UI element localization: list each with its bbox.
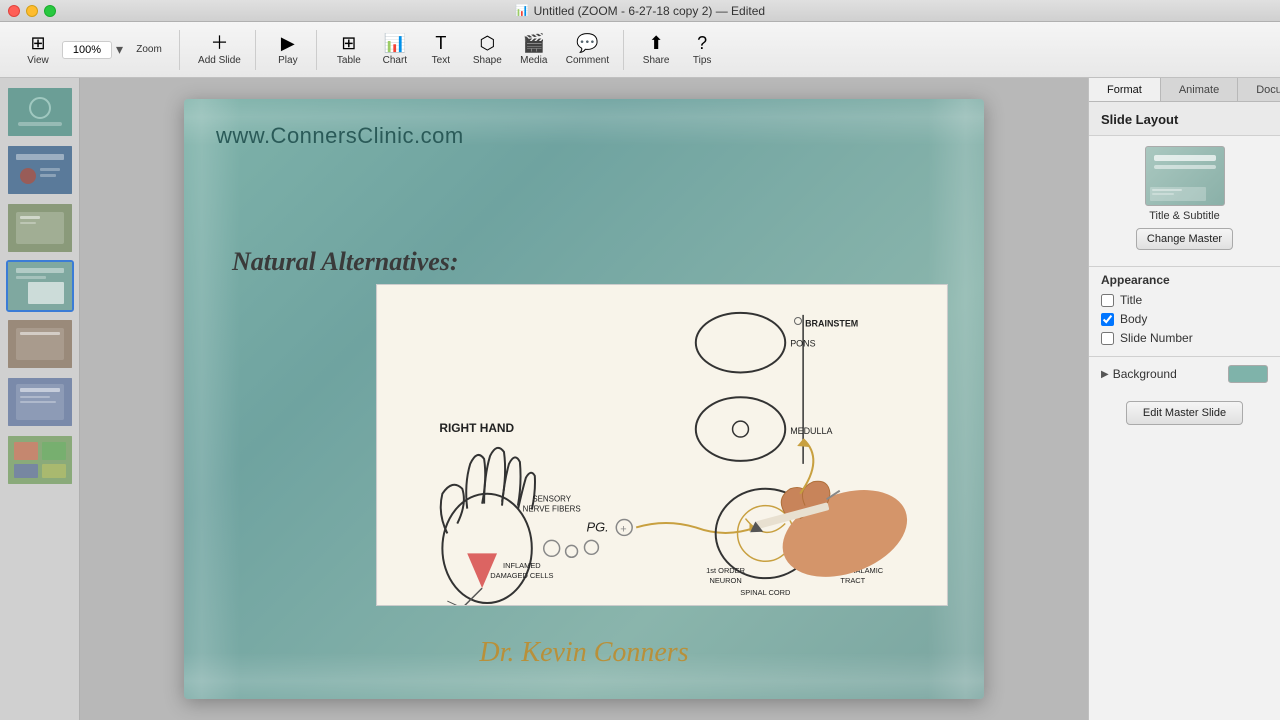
play-group: ▶ Play [260, 30, 317, 70]
body-checkbox-label: Body [1120, 312, 1147, 326]
insert-group: ⊞ Table 📊 Chart T Text ⬡ Shape 🎬 Media 💬… [321, 30, 624, 70]
slide-number-checkbox[interactable] [1101, 332, 1114, 345]
text-icon: T [435, 34, 446, 52]
slide-image: BRAINSTEM PONS MEDULLA RIGHT HAND [376, 284, 948, 606]
view-icon: ⊞ [30, 34, 45, 52]
share-group: ⬆ Share ? Tips [628, 30, 730, 70]
appearance-section: Appearance Title Body Slide Number [1089, 266, 1280, 356]
right-panel: Format Animate Document Slide Layout Tit… [1088, 78, 1280, 720]
background-collapse-arrow[interactable]: ▶ [1101, 369, 1109, 380]
share-icon: ⬆ [649, 34, 664, 52]
chart-icon: 📊 [384, 34, 406, 52]
body-checkbox-row: Body [1101, 312, 1268, 326]
window-title: 📊 Untitled (ZOOM - 6-27-18 copy 2) — Edi… [515, 4, 765, 18]
zoom-label: ▾ [114, 39, 125, 60]
zoom-group: ⊞ View 100% ▾ Zoom [8, 30, 180, 70]
play-icon: ▶ [281, 34, 295, 52]
text-button[interactable]: T Text [419, 30, 463, 70]
tab-document[interactable]: Document [1238, 78, 1280, 101]
slide-number-checkbox-label: Slide Number [1120, 331, 1193, 345]
svg-text:PONS: PONS [790, 339, 815, 349]
view-button[interactable]: ⊞ View [16, 30, 60, 70]
media-icon: 🎬 [523, 34, 545, 52]
svg-text:NEURON: NEURON [709, 576, 741, 585]
layout-preview-thumbnail [1145, 146, 1225, 206]
panel-title: Slide Layout [1089, 102, 1280, 136]
svg-text:BRAINSTEM: BRAINSTEM [805, 319, 858, 329]
slide-thumb-7[interactable] [6, 434, 74, 486]
slide-thumb-5[interactable] [6, 318, 74, 370]
add-slide-group: ＋ Add Slide [184, 30, 256, 70]
slide-author: Dr. Kevin Conners [479, 637, 688, 669]
toolbar: ⊞ View 100% ▾ Zoom ＋ Add Slide ▶ Play ⊞ … [0, 22, 1280, 78]
slide-number-checkbox-row: Slide Number [1101, 331, 1268, 345]
minimize-button[interactable] [26, 5, 38, 17]
slide-thumb-1[interactable] [6, 86, 74, 138]
canvas-area: www.ConnersClinic.com Natural Alternativ… [80, 78, 1088, 720]
play-button[interactable]: ▶ Play [266, 30, 310, 70]
title-checkbox-row: Title [1101, 293, 1268, 307]
share-button[interactable]: ⬆ Share [634, 30, 678, 70]
svg-text:1st ORDER: 1st ORDER [706, 566, 745, 575]
app-icon: 📊 [515, 4, 529, 17]
close-button[interactable] [8, 5, 20, 17]
change-master-button[interactable]: Change Master [1136, 228, 1233, 250]
format-tabbar: Format Animate Document [1089, 78, 1280, 102]
background-section: ▶ Background [1089, 356, 1280, 391]
slide-subtitle: Natural Alternatives: [232, 247, 459, 277]
zoom-button[interactable]: Zoom [127, 40, 171, 59]
title-checkbox-label: Title [1120, 293, 1142, 307]
background-color-swatch[interactable] [1228, 365, 1268, 383]
zoom-value[interactable]: 100% [62, 41, 112, 59]
edit-master-button[interactable]: Edit Master Slide [1126, 401, 1243, 425]
slide-thumb-4[interactable] [6, 260, 74, 312]
background-label: Background [1113, 367, 1177, 381]
background-label-row: ▶ Background [1101, 367, 1177, 381]
svg-text:+: + [620, 523, 626, 535]
traffic-lights [8, 5, 56, 17]
body-checkbox[interactable] [1101, 313, 1114, 326]
table-button[interactable]: ⊞ Table [327, 30, 371, 70]
table-icon: ⊞ [341, 34, 356, 52]
svg-text:PG.: PG. [586, 519, 608, 534]
chart-button[interactable]: 📊 Chart [373, 30, 417, 70]
shape-button[interactable]: ⬡ Shape [465, 30, 510, 70]
add-slide-icon: ＋ [210, 34, 228, 52]
tab-format[interactable]: Format [1089, 78, 1161, 101]
slide-canvas[interactable]: www.ConnersClinic.com Natural Alternativ… [184, 99, 984, 699]
titlebar: 📊 Untitled (ZOOM - 6-27-18 copy 2) — Edi… [0, 0, 1280, 22]
title-checkbox[interactable] [1101, 294, 1114, 307]
appearance-title: Appearance [1101, 273, 1268, 287]
svg-text:MEDULLA: MEDULLA [790, 426, 832, 436]
slide-thumb-3[interactable] [6, 202, 74, 254]
add-slide-button[interactable]: ＋ Add Slide [190, 30, 249, 70]
svg-text:TRACT: TRACT [840, 576, 865, 585]
maximize-button[interactable] [44, 5, 56, 17]
comment-icon: 💬 [576, 34, 598, 52]
svg-text:DAMAGED CELLS: DAMAGED CELLS [490, 571, 553, 580]
svg-text:NERVE FIBERS: NERVE FIBERS [523, 505, 581, 514]
main-area: www.ConnersClinic.com Natural Alternativ… [0, 78, 1280, 720]
slide-drawing: BRAINSTEM PONS MEDULLA RIGHT HAND [377, 285, 947, 605]
tips-icon: ? [697, 34, 707, 52]
svg-text:SENSORY: SENSORY [532, 495, 571, 504]
comment-button[interactable]: 💬 Comment [558, 30, 617, 70]
media-button[interactable]: 🎬 Media [512, 30, 556, 70]
slide-url: www.ConnersClinic.com [216, 123, 464, 149]
layout-name: Title & Subtitle [1149, 210, 1220, 222]
layout-preview-section: Title & Subtitle Change Master [1089, 136, 1280, 266]
tips-button[interactable]: ? Tips [680, 30, 724, 70]
shape-icon: ⬡ [479, 34, 495, 52]
slide-thumb-2[interactable] [6, 144, 74, 196]
slide-panel [0, 78, 80, 720]
svg-text:RIGHT HAND: RIGHT HAND [439, 421, 514, 435]
svg-text:SPINAL CORD: SPINAL CORD [740, 588, 791, 597]
tab-animate[interactable]: Animate [1161, 78, 1238, 101]
svg-text:INFLAMED: INFLAMED [503, 561, 541, 570]
slide-thumb-6[interactable] [6, 376, 74, 428]
